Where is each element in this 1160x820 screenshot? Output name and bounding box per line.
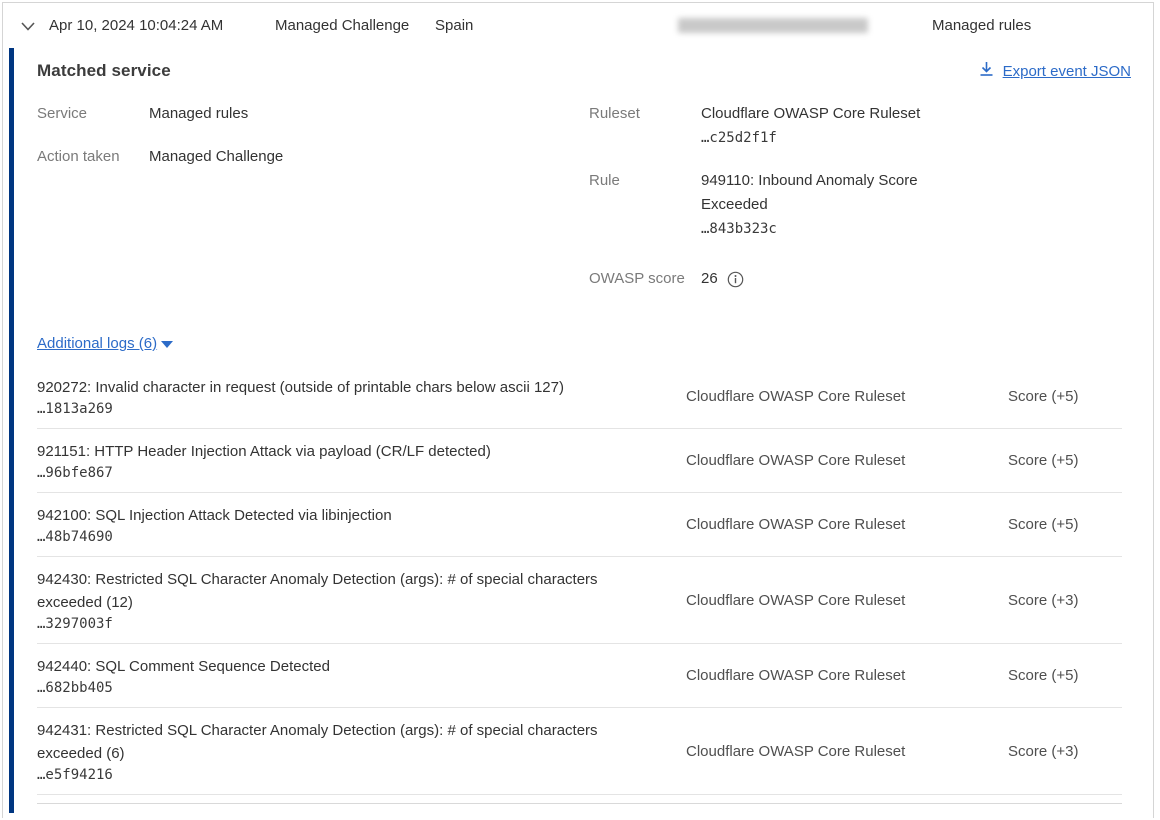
- log-row: 942100: SQL Injection Attack Detected vi…: [37, 493, 1122, 557]
- download-icon: [979, 61, 994, 81]
- log-description: 942440: SQL Comment Sequence Detected: [37, 655, 661, 678]
- log-description: 921151: HTTP Header Injection Attack via…: [37, 440, 661, 463]
- log-rule-id: …96bfe867: [37, 465, 661, 481]
- owasp-score-value: 26: [701, 267, 718, 291]
- log-score: Score (+5): [1008, 388, 1122, 405]
- owasp-score-field: OWASP score 26: [589, 267, 1131, 291]
- event-action: Managed Challenge: [275, 17, 435, 34]
- action-taken-field: Action taken Managed Challenge: [37, 145, 589, 169]
- info-icon[interactable]: [727, 271, 744, 288]
- log-rule-id: …682bb405: [37, 680, 661, 696]
- event-detail-panel: Matched service Export event JSON Servic…: [9, 48, 1153, 813]
- rule-field: Rule 949110: Inbound Anomaly Score Excee…: [589, 169, 1131, 241]
- log-description: 942100: SQL Injection Attack Detected vi…: [37, 504, 661, 527]
- log-row: 942440: SQL Comment Sequence Detected …6…: [37, 644, 1122, 708]
- additional-logs-toggle[interactable]: Additional logs (6): [37, 335, 157, 352]
- rule-name: 949110: Inbound Anomaly Score Exceeded: [701, 169, 946, 217]
- event-timestamp: Apr 10, 2024 10:04:24 AM: [49, 17, 275, 34]
- log-score: Score (+3): [1008, 743, 1122, 760]
- log-rule-id: …3297003f: [37, 616, 661, 632]
- log-row: 942430: Restricted SQL Character Anomaly…: [37, 557, 1122, 644]
- log-rule-id: …1813a269: [37, 401, 661, 417]
- firewall-event-card: Apr 10, 2024 10:04:24 AM Managed Challen…: [2, 2, 1154, 818]
- log-ruleset: Cloudflare OWASP Core Ruleset: [661, 388, 1008, 405]
- log-description: 920272: Invalid character in request (ou…: [37, 376, 661, 399]
- matched-service-title: Matched service: [37, 61, 171, 81]
- log-row: 920272: Invalid character in request (ou…: [37, 365, 1122, 429]
- ruleset-label: Ruleset: [589, 102, 701, 150]
- service-value: Managed rules: [149, 102, 248, 126]
- log-row: 942431: Restricted SQL Character Anomaly…: [37, 708, 1122, 795]
- log-score: Score (+5): [1008, 667, 1122, 684]
- rule-id: …843b323c: [701, 217, 946, 241]
- rule-label: Rule: [589, 169, 701, 241]
- log-ruleset: Cloudflare OWASP Core Ruleset: [661, 743, 1008, 760]
- log-row: 921151: HTTP Header Injection Attack via…: [37, 429, 1122, 493]
- chevron-down-icon[interactable]: [19, 18, 37, 34]
- log-ruleset: Cloudflare OWASP Core Ruleset: [661, 516, 1008, 533]
- caret-down-icon[interactable]: [160, 338, 174, 350]
- log-ruleset: Cloudflare OWASP Core Ruleset: [661, 452, 1008, 469]
- table-bottom-border: [37, 795, 1122, 804]
- log-ruleset: Cloudflare OWASP Core Ruleset: [661, 592, 1008, 609]
- log-description: 942431: Restricted SQL Character Anomaly…: [37, 719, 661, 765]
- redacted-host-value: [678, 18, 868, 33]
- ruleset-name: Cloudflare OWASP Core Ruleset: [701, 102, 946, 126]
- log-rule-id: …e5f94216: [37, 767, 661, 783]
- event-row-header[interactable]: Apr 10, 2024 10:04:24 AM Managed Challen…: [3, 3, 1153, 48]
- action-taken-label: Action taken: [37, 145, 149, 169]
- export-event-json-label: Export event JSON: [1003, 63, 1131, 80]
- log-score: Score (+5): [1008, 516, 1122, 533]
- log-score: Score (+5): [1008, 452, 1122, 469]
- action-taken-value: Managed Challenge: [149, 145, 283, 169]
- service-label: Service: [37, 102, 149, 126]
- log-rule-id: …48b74690: [37, 529, 661, 545]
- log-ruleset: Cloudflare OWASP Core Ruleset: [661, 667, 1008, 684]
- event-country: Spain: [435, 17, 678, 34]
- ruleset-field: Ruleset Cloudflare OWASP Core Ruleset …c…: [589, 102, 1131, 150]
- additional-logs-table: 920272: Invalid character in request (ou…: [37, 365, 1122, 795]
- owasp-score-label: OWASP score: [589, 267, 701, 291]
- log-score: Score (+3): [1008, 592, 1122, 609]
- ruleset-id: …c25d2f1f: [701, 126, 946, 150]
- export-event-json-link[interactable]: Export event JSON: [979, 61, 1131, 81]
- event-service: Managed rules: [932, 17, 1153, 34]
- service-field: Service Managed rules: [37, 102, 589, 126]
- log-description: 942430: Restricted SQL Character Anomaly…: [37, 568, 661, 614]
